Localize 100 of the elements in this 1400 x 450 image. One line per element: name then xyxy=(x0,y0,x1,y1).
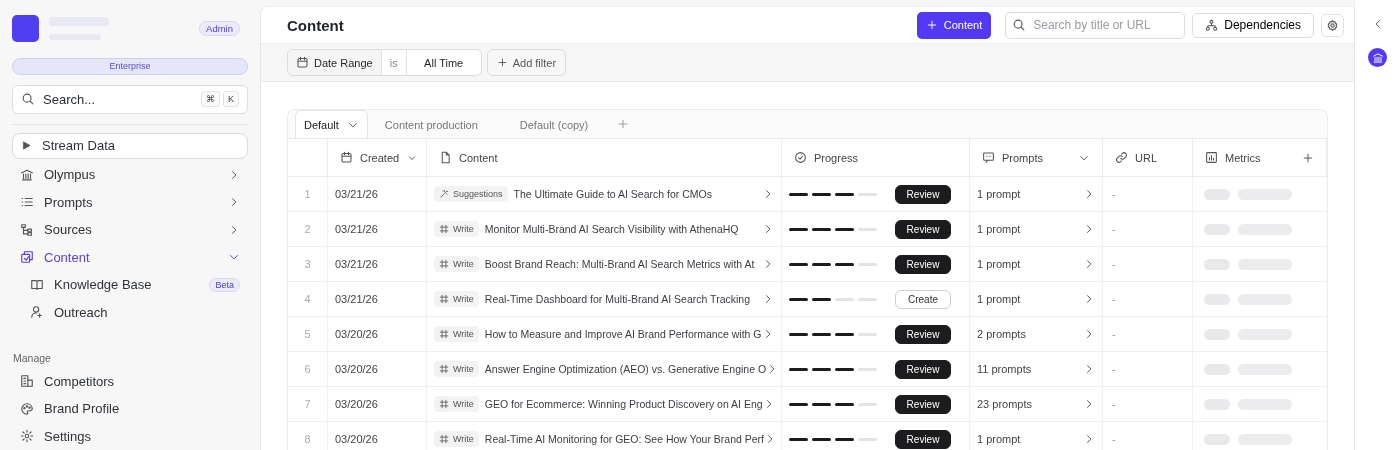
beta-badge: Beta xyxy=(209,277,240,292)
column-header[interactable]: Prompts xyxy=(1002,151,1043,164)
content-title[interactable]: How to Measure and Improve AI Brand Performance with G xyxy=(484,328,762,340)
add-tab-icon xyxy=(617,118,630,130)
column-header[interactable]: Progress xyxy=(814,151,859,164)
row-number: 4 xyxy=(288,282,328,317)
columns-building-button[interactable] xyxy=(1368,48,1387,67)
link-icon xyxy=(1115,151,1128,164)
hierarchy-icon xyxy=(20,222,34,237)
prompts-count: 1 prompt xyxy=(977,293,1022,305)
search-input[interactable]: Search... xyxy=(43,86,193,113)
page-title: Content xyxy=(287,16,345,34)
url-cell-text: - xyxy=(1111,293,1116,305)
sidebar-item[interactable]: Prompts xyxy=(12,188,248,217)
add-filter-button[interactable]: Add filter xyxy=(486,49,567,76)
date-cell: 03/20/26 xyxy=(335,363,378,375)
sidebar-item[interactable]: Stream Data xyxy=(12,132,248,160)
new-content-button[interactable]: Content xyxy=(916,11,992,39)
section-heading: Manage xyxy=(13,351,52,364)
plan-badge: Enterprise xyxy=(12,58,248,76)
search-field[interactable]: Search by title or URL xyxy=(1005,11,1186,39)
content-title[interactable]: Monitor Multi-Brand AI Search Visibility with AthenaHQ xyxy=(484,223,762,235)
sidebar-item[interactable]: Settings xyxy=(12,422,248,450)
settings-button[interactable] xyxy=(1321,13,1344,37)
row-number: 6 xyxy=(288,352,328,387)
palette-icon xyxy=(20,401,34,416)
row-number: 2 xyxy=(288,212,328,247)
column-header[interactable]: Content xyxy=(459,151,498,164)
sidebar-item[interactable]: Content xyxy=(12,243,248,271)
view-tab[interactable]: Default (copy) xyxy=(510,110,598,138)
plus-icon xyxy=(925,19,938,31)
review-button[interactable]: Review xyxy=(895,324,951,344)
filter-operator: is xyxy=(381,50,407,75)
url-cell-text: - xyxy=(1111,433,1116,445)
sidebar-item[interactable]: Sources xyxy=(12,216,248,244)
date-cell: 03/20/26 xyxy=(335,328,378,340)
filter-value: All Time xyxy=(423,55,465,71)
frame-icon xyxy=(439,399,449,409)
review-button[interactable]: Review xyxy=(895,359,951,379)
url-cell-text: - xyxy=(1111,258,1116,270)
building-icon xyxy=(20,374,34,389)
frame-icon xyxy=(439,329,449,339)
dependencies-button[interactable]: Dependencies xyxy=(1192,12,1314,38)
prompts-count: 11 prompts xyxy=(977,363,1033,375)
type-tag: Suggestions xyxy=(434,186,508,202)
url-cell-text: - xyxy=(1111,223,1116,235)
play-icon xyxy=(21,140,32,152)
url-cell-text: - xyxy=(1111,398,1116,410)
review-button[interactable]: Review xyxy=(895,184,951,204)
date-cell: 03/20/26 xyxy=(335,433,378,445)
frame-icon xyxy=(439,364,449,374)
search-field[interactable]: Search... ⌘ K xyxy=(12,85,248,114)
content-title[interactable]: GEO for Ecommerce: Winning Product Discovery on AI Eng xyxy=(484,398,763,410)
row-number: 1 xyxy=(288,177,328,212)
date-cell: 03/21/26 xyxy=(335,258,378,270)
column-header[interactable]: Metrics xyxy=(1225,151,1261,164)
date-cell: 03/20/26 xyxy=(335,398,378,410)
type-tag: Write xyxy=(434,221,479,237)
calendar-icon xyxy=(340,151,353,164)
sidebar-item[interactable]: Outreach xyxy=(12,298,248,326)
type-tag: Write xyxy=(434,361,479,377)
sidebar-item[interactable]: Olympus xyxy=(12,161,248,189)
person-plus-icon xyxy=(30,305,44,319)
view-tab[interactable]: Default xyxy=(295,110,368,138)
sidebar-item[interactable]: Competitors xyxy=(12,367,248,396)
book-icon xyxy=(30,277,44,292)
review-button[interactable]: Review xyxy=(895,394,951,414)
gear-icon xyxy=(20,429,34,444)
search-icon xyxy=(1012,18,1027,32)
view-tab[interactable]: Content production xyxy=(375,110,487,138)
network-icon xyxy=(1205,18,1219,32)
column-header[interactable]: Created xyxy=(360,151,400,164)
row-number: 7 xyxy=(288,387,328,422)
plus-icon xyxy=(496,57,508,68)
create-button[interactable]: Create xyxy=(895,289,951,309)
review-button[interactable]: Review xyxy=(895,219,951,239)
content-title[interactable]: The Ultimate Guide to AI Search for CMOs xyxy=(513,188,762,200)
date-cell: 03/21/26 xyxy=(335,293,378,305)
type-tag: Write xyxy=(434,291,479,307)
url-cell-text: - xyxy=(1111,188,1116,200)
column-header[interactable]: URL xyxy=(1135,151,1157,164)
content-title[interactable]: Answer Engine Optimization (AEO) vs. Generative Engine O xyxy=(484,363,767,375)
review-button[interactable]: Review xyxy=(895,429,951,449)
chart-icon xyxy=(1205,151,1218,164)
frame-icon xyxy=(439,294,449,304)
type-tag: Write xyxy=(434,326,479,342)
review-button[interactable]: Review xyxy=(895,254,951,274)
url-cell-text: - xyxy=(1111,363,1116,375)
sidebar-item[interactable]: Knowledge Base Beta xyxy=(12,270,248,299)
columns-building-icon xyxy=(20,167,34,182)
date-filter[interactable]: Date Range is All Time xyxy=(287,49,482,76)
sidebar-item[interactable]: Brand Profile xyxy=(12,395,248,423)
gear-icon xyxy=(1326,18,1339,32)
prompts-count: 1 prompt xyxy=(977,223,1022,235)
prompts-count: 1 prompt xyxy=(977,188,1022,200)
row-number: 3 xyxy=(288,247,328,282)
columns-building-icon xyxy=(1371,51,1384,64)
content-title[interactable]: Boost Brand Reach: Multi-Brand AI Search Metrics with At xyxy=(484,258,762,270)
content-title[interactable]: Real-Time Dashboard for Multi-Brand AI Search Tracking xyxy=(484,293,762,305)
content-title[interactable]: Real-Time AI Monitoring for GEO: See How Your Brand Perf xyxy=(484,433,764,445)
